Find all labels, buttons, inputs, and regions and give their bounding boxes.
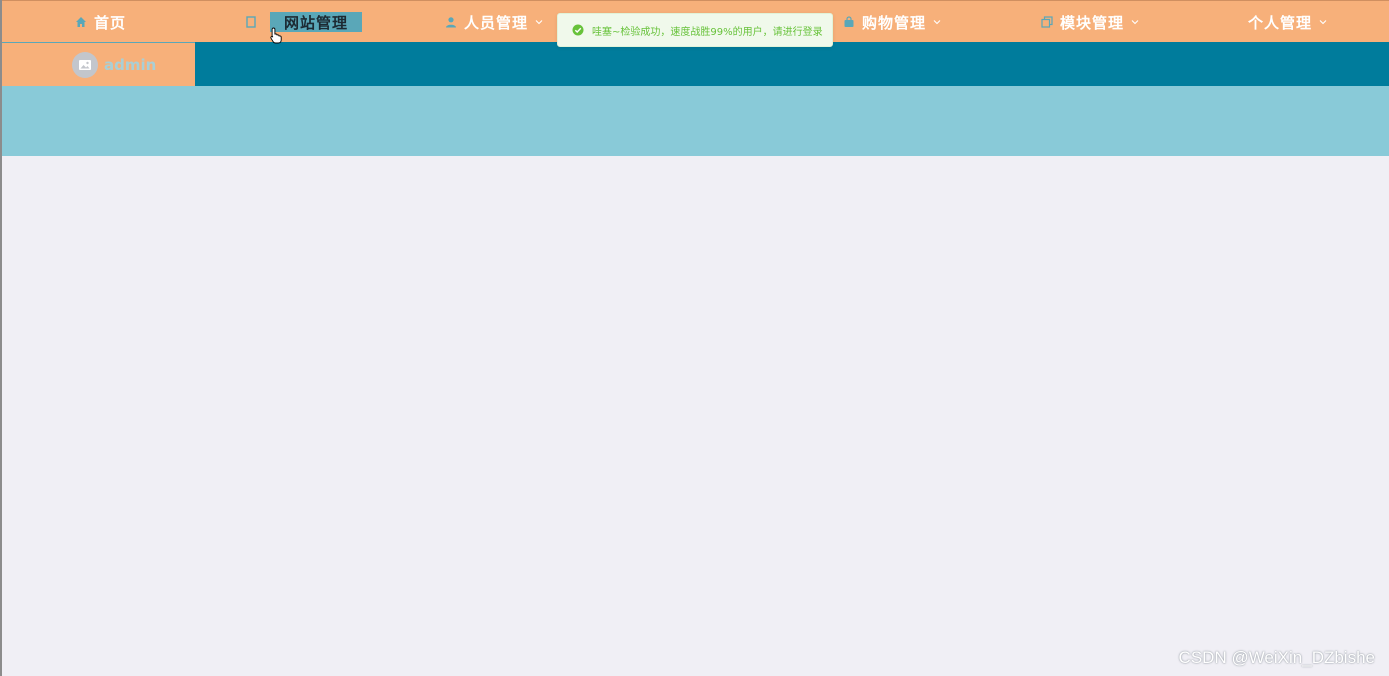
sub-header-bar: admin — [2, 42, 1389, 86]
nav-module-label: 模块管理 — [1060, 13, 1125, 32]
nav-module-management[interactable]: 模块管理 — [1040, 1, 1139, 43]
user-info[interactable]: admin — [2, 42, 195, 86]
copy-icon — [1040, 15, 1054, 29]
nav-shop-label: 购物管理 — [862, 13, 927, 32]
nav-shop-management[interactable]: 购物管理 — [842, 1, 941, 43]
nav-people-management[interactable]: 人员管理 — [444, 1, 543, 43]
pointer-cursor-icon — [270, 27, 282, 48]
nav-site-label: 网站管理 — [270, 12, 363, 32]
main-content — [2, 156, 1389, 676]
user-icon — [444, 15, 458, 29]
nav-people-label: 人员管理 — [464, 13, 529, 32]
nav-personal-label: 个人管理 — [1248, 13, 1313, 32]
watermark: CSDN @WeiXin_DZbishe — [1178, 648, 1375, 667]
toast-message: 哇塞~检验成功，速度战胜99%的用户，请进行登录 — [592, 26, 823, 38]
bag-icon — [842, 15, 856, 29]
nav-home-label: 首页 — [94, 13, 127, 32]
image-icon — [79, 59, 91, 70]
check-circle-icon — [572, 24, 584, 36]
avatar[interactable] — [72, 51, 98, 78]
chevron-down-icon — [932, 18, 941, 27]
document-icon — [244, 15, 258, 29]
home-icon — [74, 15, 88, 29]
chevron-down-icon — [1130, 18, 1139, 27]
banner-band — [2, 86, 1389, 156]
success-toast: 哇塞~检验成功，速度战胜99%的用户，请进行登录 — [557, 13, 833, 47]
chevron-down-icon — [534, 18, 543, 27]
username: admin — [104, 55, 157, 74]
chevron-down-icon — [1318, 18, 1327, 27]
nav-site-management[interactable]: 网站管理 — [244, 1, 363, 43]
nav-personal-management[interactable]: 个人管理 — [1248, 1, 1327, 43]
app-window: 首页 网站管理 人员管理 购物管理 模块管理 个人管理 哇塞~检验成功，速度战胜… — [0, 0, 1389, 676]
nav-home[interactable]: 首页 — [74, 1, 126, 43]
